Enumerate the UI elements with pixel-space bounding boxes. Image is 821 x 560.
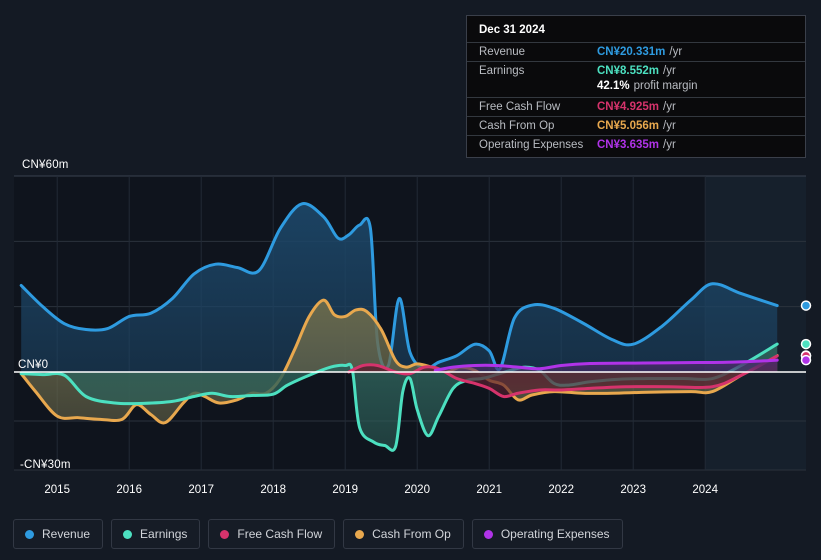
x-axis-tick-2019: 2019 — [332, 484, 358, 496]
tooltip-row-revenue: Revenue CN¥20.331m/yr — [467, 42, 805, 61]
legend-item-earnings[interactable]: Earnings — [111, 519, 201, 549]
tooltip-row-profit-margin: 42.1% profit margin — [467, 80, 805, 97]
tooltip-profit-margin-text: profit margin — [633, 80, 698, 92]
tooltip-profit-margin-value: 42.1% — [597, 80, 630, 92]
tooltip-row-cash-from-op: Cash From Op CN¥5.056m/yr — [467, 116, 805, 135]
tooltip-row-value: CN¥4.925m — [597, 101, 660, 113]
legend-item-label: Free Cash Flow — [237, 527, 323, 541]
endpoint-marker-revenue — [800, 300, 812, 311]
x-axis-tick-2022: 2022 — [548, 484, 574, 496]
tooltip-row-value: CN¥20.331m — [597, 46, 666, 58]
endpoint-marker-operating-expenses — [800, 354, 812, 366]
tooltip-row-label: Operating Expenses — [479, 139, 584, 151]
tooltip-row-value: CN¥3.635m — [597, 139, 660, 151]
legend-item-revenue[interactable]: Revenue — [13, 519, 104, 549]
legend-item-label: Revenue — [42, 527, 91, 541]
tooltip-row-unit: /yr — [669, 46, 683, 58]
legend-dot-icon — [123, 529, 133, 539]
tooltip-row-free-cash-flow: Free Cash Flow CN¥4.925m/yr — [467, 97, 805, 116]
tooltip-row-unit: /yr — [663, 65, 676, 77]
legend-item-cash-from-op[interactable]: Cash From Op — [343, 519, 464, 549]
x-axis-tick-2021: 2021 — [476, 484, 502, 496]
chart-legend: Revenue Earnings Free Cash Flow Cash From O… — [0, 508, 821, 560]
tooltip-date: Dec 31 2024 — [479, 24, 545, 36]
tooltip-row-label: Free Cash Flow — [479, 101, 561, 113]
tooltip-row-unit: /yr — [663, 101, 676, 113]
tooltip-row-label: Cash From Op — [479, 120, 555, 132]
tooltip-row-label: Earnings — [479, 65, 525, 77]
tooltip-row-operating-expenses: Operating Expenses CN¥3.635m/yr — [467, 135, 805, 154]
tooltip-row-label: Revenue — [479, 46, 526, 58]
legend-item-label: Cash From Op — [372, 527, 451, 541]
tooltip-row-unit: /yr — [663, 120, 676, 132]
x-axis-tick-2016: 2016 — [116, 484, 142, 496]
endpoint-marker-earnings — [800, 338, 812, 350]
legend-item-label: Operating Expenses — [500, 527, 610, 541]
legend-dot-icon — [483, 529, 493, 539]
legend-dot-icon — [220, 529, 230, 539]
legend-item-label: Earnings — [140, 527, 188, 541]
x-axis-tick-2015: 2015 — [44, 484, 70, 496]
tooltip-rows: Revenue CN¥20.331m/yr Earnings CN¥8.552m/yr… — [467, 42, 805, 154]
tooltip-row-value: CN¥5.056m — [597, 120, 660, 132]
financial-chart-page: CN¥60m CN¥0 -CN¥30m 2015 2016 2017 2018 2019… — [0, 0, 821, 560]
legend-dot-icon — [355, 529, 365, 539]
x-axis-tick-2023: 2023 — [620, 484, 646, 496]
x-axis-tick-2018: 2018 — [260, 484, 286, 496]
x-axis-tick-2024: 2024 — [692, 484, 718, 496]
tooltip-row-unit: /yr — [663, 139, 676, 151]
legend-item-free-cash-flow[interactable]: Free Cash Flow — [208, 519, 336, 549]
x-axis-tick-2017: 2017 — [188, 484, 214, 496]
tooltip-row-value: CN¥8.552m — [597, 65, 660, 77]
legend-item-operating-expenses[interactable]: Operating Expenses — [471, 519, 623, 549]
chart-tooltip: Dec 31 2024 Revenue CN¥20.331m/yr Earnings… — [466, 15, 806, 158]
x-axis-tick-2020: 2020 — [404, 484, 430, 496]
tooltip-row-earnings: Earnings CN¥8.552m/yr — [467, 61, 805, 80]
legend-dot-icon — [25, 529, 34, 539]
